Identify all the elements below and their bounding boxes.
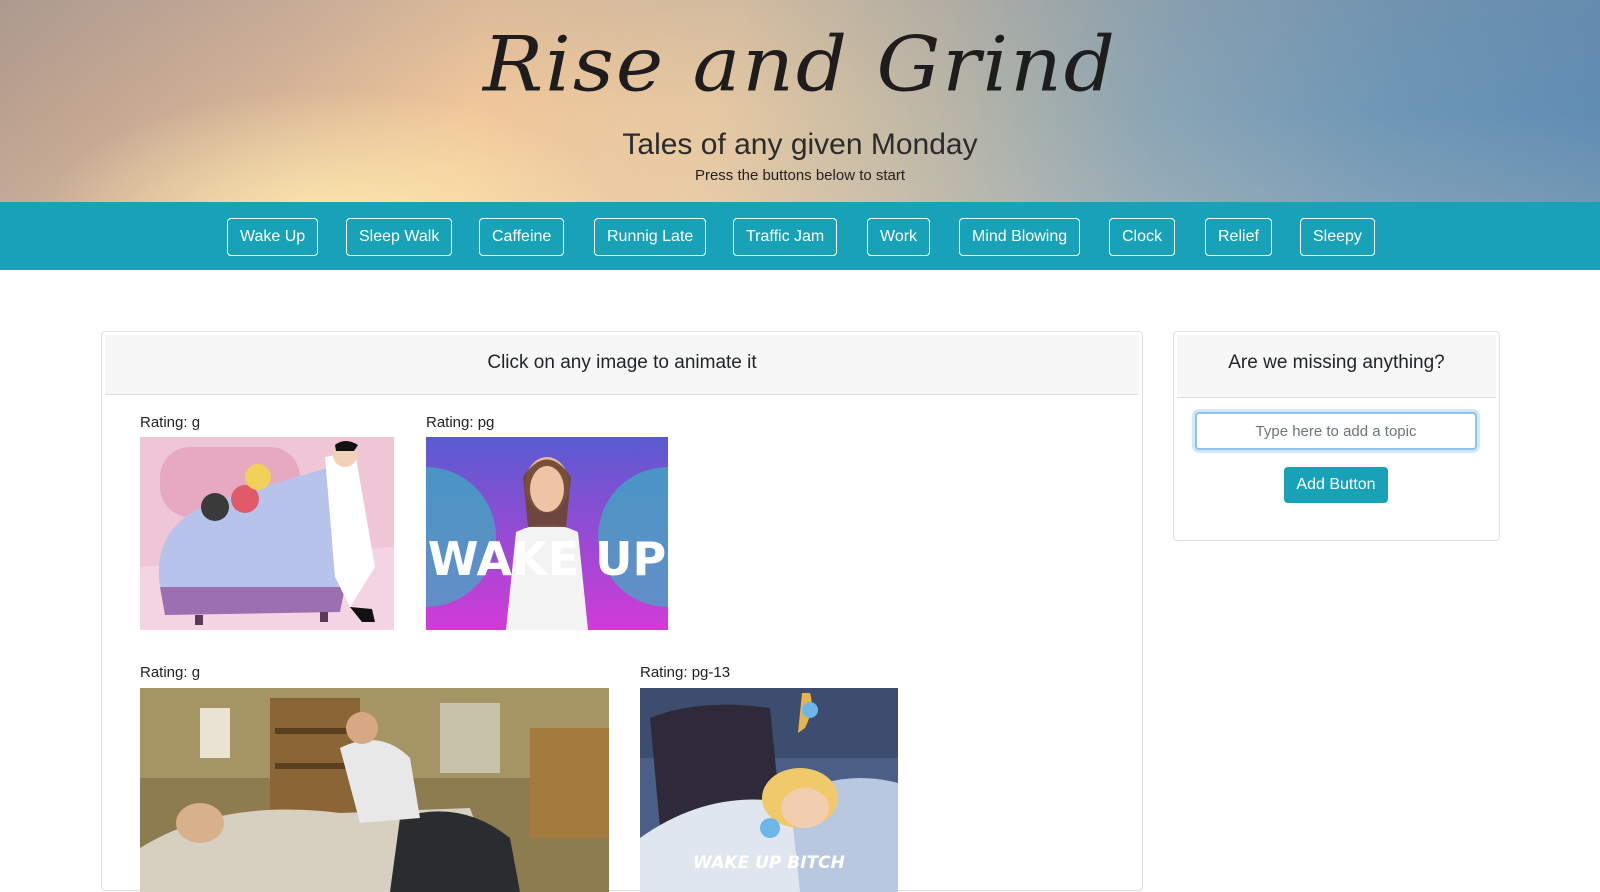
gif-image[interactable] xyxy=(140,437,394,630)
gif-caption: WAKE UP BITCH xyxy=(693,853,845,873)
subtitle: Press the buttons below to start xyxy=(694,167,906,184)
gif-rating: Rating: g xyxy=(140,414,201,431)
gif-caption: WAKE UP xyxy=(428,532,666,586)
topic-button-caffeine[interactable]: Caffeine xyxy=(479,218,565,256)
gif-image[interactable] xyxy=(140,688,609,892)
topic-button-bar: Wake Up Sleep Walk Caffeine Runnig Late … xyxy=(0,202,1600,270)
soldier-bunk-image xyxy=(140,688,609,892)
topic-input[interactable] xyxy=(1195,412,1477,450)
gif-rating: Rating: pg-13 xyxy=(640,664,731,681)
results-card: Click on any image to animate it Rating:… xyxy=(101,331,1143,892)
cinderella-bed-image: WAKE UP BITCH xyxy=(640,688,898,892)
topic-button-runnig-late[interactable]: Runnig Late xyxy=(594,218,707,256)
add-topic-card: Are we missing anything? Add Button xyxy=(1173,331,1500,541)
results-card-header: Click on any image to animate it xyxy=(105,335,1139,395)
topic-button-wake-up[interactable]: Wake Up xyxy=(227,218,319,256)
powerpuff-bed-image xyxy=(140,437,394,630)
add-button[interactable]: Add Button xyxy=(1284,467,1388,503)
tagline: Tales of any given Monday xyxy=(622,128,978,161)
add-topic-card-header: Are we missing anything? xyxy=(1177,335,1496,398)
topic-button-mind-blowing[interactable]: Mind Blowing xyxy=(959,218,1081,256)
wake-up-woman-image: WAKE UP xyxy=(426,437,668,630)
site-title: Rise and Grind xyxy=(483,20,1117,109)
topic-button-relief[interactable]: Relief xyxy=(1205,218,1272,256)
topic-button-traffic-jam[interactable]: Traffic Jam xyxy=(733,218,838,256)
topic-button-clock[interactable]: Clock xyxy=(1109,218,1176,256)
gif-rating: Rating: g xyxy=(140,664,201,681)
topic-button-sleepy[interactable]: Sleepy xyxy=(1300,218,1375,256)
gif-image[interactable]: WAKE UP BITCH xyxy=(640,688,898,892)
gif-image[interactable]: WAKE UP xyxy=(426,437,668,630)
topic-button-sleep-walk[interactable]: Sleep Walk xyxy=(346,218,453,256)
gif-rating: Rating: pg xyxy=(426,414,495,431)
topic-button-work[interactable]: Work xyxy=(867,218,931,256)
hero-banner: Rise and Grind Tales of any given Monday… xyxy=(0,0,1600,202)
